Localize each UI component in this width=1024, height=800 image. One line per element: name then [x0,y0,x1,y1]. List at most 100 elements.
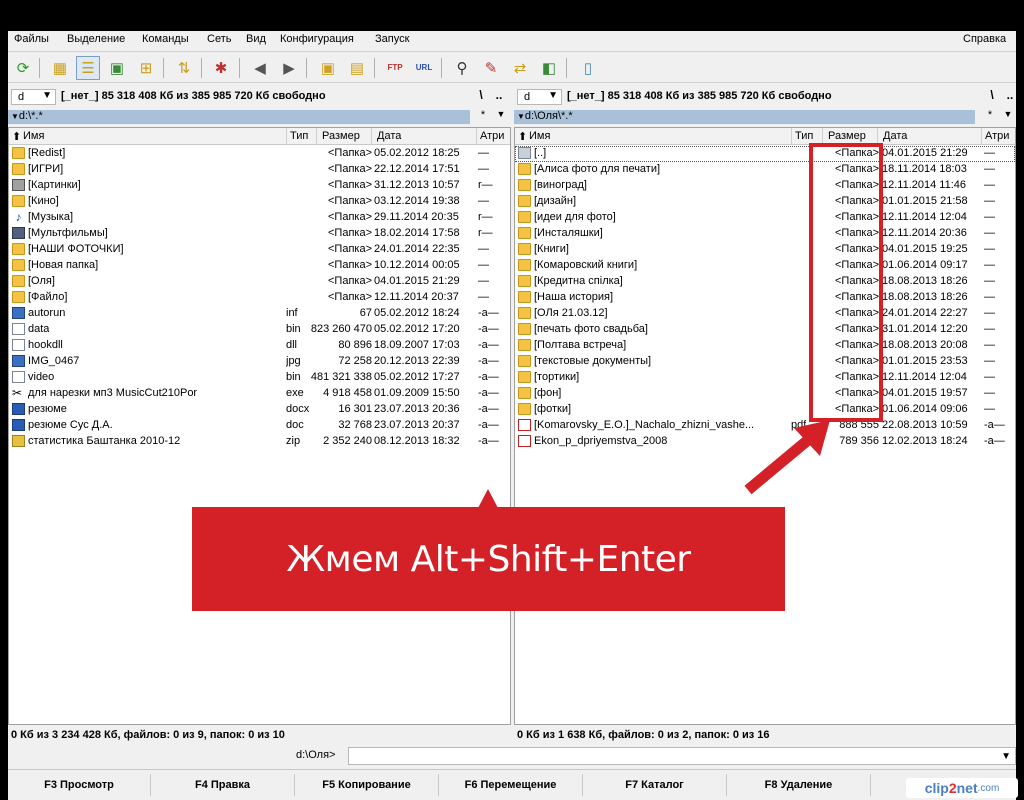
file-row[interactable]: [..] <Папка> 04.01.2015 21:29— [515,146,1015,162]
file-row[interactable]: [Файло] <Папка> 12.11.2014 20:37 — [9,290,510,306]
file-row[interactable]: [Полтава встреча] <Папка> 18.08.2013 20:08… [515,338,1015,354]
file-row[interactable]: IMG_0467 jpg 72 258 20.12.2013 22:39 -a— [9,354,510,370]
right-up-button[interactable]: .. [1001,88,1016,105]
file-row[interactable]: [Наша история] <Папка> 18.08.2013 18:26— [515,290,1015,306]
file-row[interactable]: [Инсталяшки] <Папка> 12.11.2014 20:36— [515,226,1015,242]
file-row[interactable]: [Оля] <Папка> 04.01.2015 21:29 — [9,274,510,290]
file-row[interactable]: [Кредитна спілка] <Папка> 18.08.2013 18:26… [515,274,1015,290]
chevron-down-icon[interactable]: ▼ [492,109,510,125]
multi-rename-icon[interactable]: ✎ [479,56,503,80]
sort-icon[interactable]: ⇅ [172,56,196,80]
f4-edit-button[interactable]: F4 Правка [151,774,295,796]
back-icon[interactable]: ◀ [248,56,272,80]
file-row[interactable]: [Картинки] <Папка> 31.12.2013 10:57 r— [9,178,510,194]
chevron-down-icon[interactable]: ▼ [1001,751,1011,762]
file-row[interactable]: [тортики] <Папка> 12.11.2014 12:04— [515,370,1015,386]
col-attr[interactable]: Атри [480,130,504,142]
file-row[interactable]: video bin 481 321 338 05.02.2012 17:27 -a— [9,370,510,386]
f8-delete-button[interactable]: F8 Удаление [727,774,871,796]
url-icon[interactable]: URL [412,56,436,80]
col-name[interactable]: Имя [529,130,550,142]
file-row[interactable]: статистика Баштанка 2010-12 zip 2 352 240 0… [9,434,510,450]
folder-icon [12,147,25,159]
forward-icon[interactable]: ▶ [277,56,301,80]
thumbnails-icon[interactable]: ▣ [105,56,129,80]
col-date[interactable]: Дата [883,130,907,142]
select-icon[interactable]: ✱ [209,56,233,80]
menu-configuration[interactable]: Конфигурация [280,33,354,45]
left-up-button[interactable]: .. [490,88,508,105]
file-row[interactable]: ✂ для нарезки мп3 MusicCut210Por exe 4 918 … [9,386,510,402]
file-row[interactable]: hookdll dll 80 896 18.09.2007 17:03 -a— [9,338,510,354]
right-filter[interactable]: * [981,109,999,125]
file-row[interactable]: [фон] <Папка> 04.01.2015 19:57— [515,386,1015,402]
file-row[interactable]: [Комаровский книги] <Папка> 01.06.2014 09:… [515,258,1015,274]
refresh-icon[interactable]: ⟳ [11,56,35,80]
col-name[interactable]: Имя [23,130,44,142]
file-attr: — [984,147,995,159]
left-filter[interactable]: * [474,109,492,125]
file-row[interactable]: ♪ [Музыка] <Папка> 29.11.2014 20:35 r— [9,210,510,226]
file-row[interactable]: резюме Сус Д.А. doc 32 768 23.07.2013 20:37… [9,418,510,434]
file-row[interactable]: [идеи для фото] <Папка> 12.11.2014 12:04— [515,210,1015,226]
col-attr[interactable]: Атри [985,130,1009,142]
file-row[interactable]: [Кино] <Папка> 03.12.2014 19:38 — [9,194,510,210]
col-date[interactable]: Дата [377,130,401,142]
left-root-button[interactable]: \ [472,88,490,105]
right-drive-select[interactable]: d ▼ [517,89,562,105]
f6-move-button[interactable]: F6 Перемещение [439,774,583,796]
menu-net[interactable]: Сеть [207,33,231,45]
file-row[interactable]: [ОЛя 21.03.12] <Папка> 24.01.2014 22:27— [515,306,1015,322]
music-folder-icon: ♪ [12,211,25,223]
col-type[interactable]: Тип [290,130,308,142]
col-size[interactable]: Размер [828,130,866,142]
col-type[interactable]: Тип [795,130,813,142]
file-size: <Папка> [328,243,372,255]
file-row[interactable]: [текстовые документы] <Папка> 01.01.2015 2… [515,354,1015,370]
notepad-icon[interactable]: ▯ [576,56,600,80]
file-row[interactable]: [Алиса фото для печати] <Папка> 18.11.2014… [515,162,1015,178]
file-row[interactable]: [дизайн] <Папка> 01.01.2015 21:58— [515,194,1015,210]
menu-selection[interactable]: Выделение [67,33,125,45]
file-row[interactable]: autorun inf 67 05.02.2012 18:24 -a— [9,306,510,322]
pack-icon[interactable]: ▣ [316,56,340,80]
full-view-icon[interactable]: ☰ [76,56,100,80]
file-row[interactable]: [фотки] <Папка> 01.06.2014 09:06— [515,402,1015,418]
ftp-icon[interactable]: FTP [383,56,407,80]
file-row[interactable]: [Новая папка] <Папка> 10.12.2014 00:05 — [9,258,510,274]
f3-view-button[interactable]: F3 Просмотр [8,774,151,796]
file-row[interactable]: [ИГРИ] <Папка> 22.12.2014 17:51 — [9,162,510,178]
unpack-icon[interactable]: ▤ [345,56,369,80]
diff-icon[interactable]: ◧ [537,56,561,80]
menu-files[interactable]: Файлы [14,33,49,45]
file-row[interactable]: [виноград] <Папка> 12.11.2014 11:46— [515,178,1015,194]
file-row[interactable]: [Мультфильмы] <Папка> 18.02.2014 17:58 r— [9,226,510,242]
menu-commands[interactable]: Команды [142,33,189,45]
menu-view[interactable]: Вид [246,33,266,45]
right-path-bar[interactable]: ▼d:\Оля\*.* [514,110,975,124]
file-row[interactable]: [НАШИ ФОТОЧКИ] <Папка> 24.01.2014 22:35 — [9,242,510,258]
left-path-bar[interactable]: ▼d:\*.* [8,110,470,124]
right-root-button[interactable]: \ [983,88,1001,105]
tree-icon[interactable]: ⊞ [134,56,158,80]
f7-mkdir-button[interactable]: F7 Каталог [583,774,727,796]
sync-dirs-icon[interactable]: ⇄ [508,56,532,80]
col-size[interactable]: Размер [322,130,360,142]
menu-start[interactable]: Запуск [375,33,409,45]
file-name: [Мультфильмы] [28,227,108,239]
file-attr: — [984,291,995,303]
file-row[interactable]: резюме docx 16 301 23.07.2013 20:36 -a— [9,402,510,418]
brief-view-icon[interactable]: ▦ [48,56,72,80]
command-line-input[interactable]: ▼ [348,747,1016,765]
file-name: [виноград] [534,179,587,191]
f5-copy-button[interactable]: F5 Копирование [295,774,439,796]
find-icon[interactable]: ⚲ [450,56,474,80]
left-drive-select[interactable]: d ▼ [11,89,56,105]
left-file-list[interactable]: ⬆ Имя Тип Размер Дата Атри [Redist] <Папк… [8,127,511,725]
chevron-down-icon[interactable]: ▼ [999,109,1016,125]
menu-help[interactable]: Справка [963,33,1006,45]
file-row[interactable]: [печать фото свадьба] <Папка> 31.01.2014 1… [515,322,1015,338]
file-row[interactable]: [Книги] <Папка> 04.01.2015 19:25— [515,242,1015,258]
file-row[interactable]: [Redist] <Папка> 05.02.2012 18:25 — [9,146,510,162]
file-row[interactable]: data bin 823 260 470 05.02.2012 17:20 -a— [9,322,510,338]
